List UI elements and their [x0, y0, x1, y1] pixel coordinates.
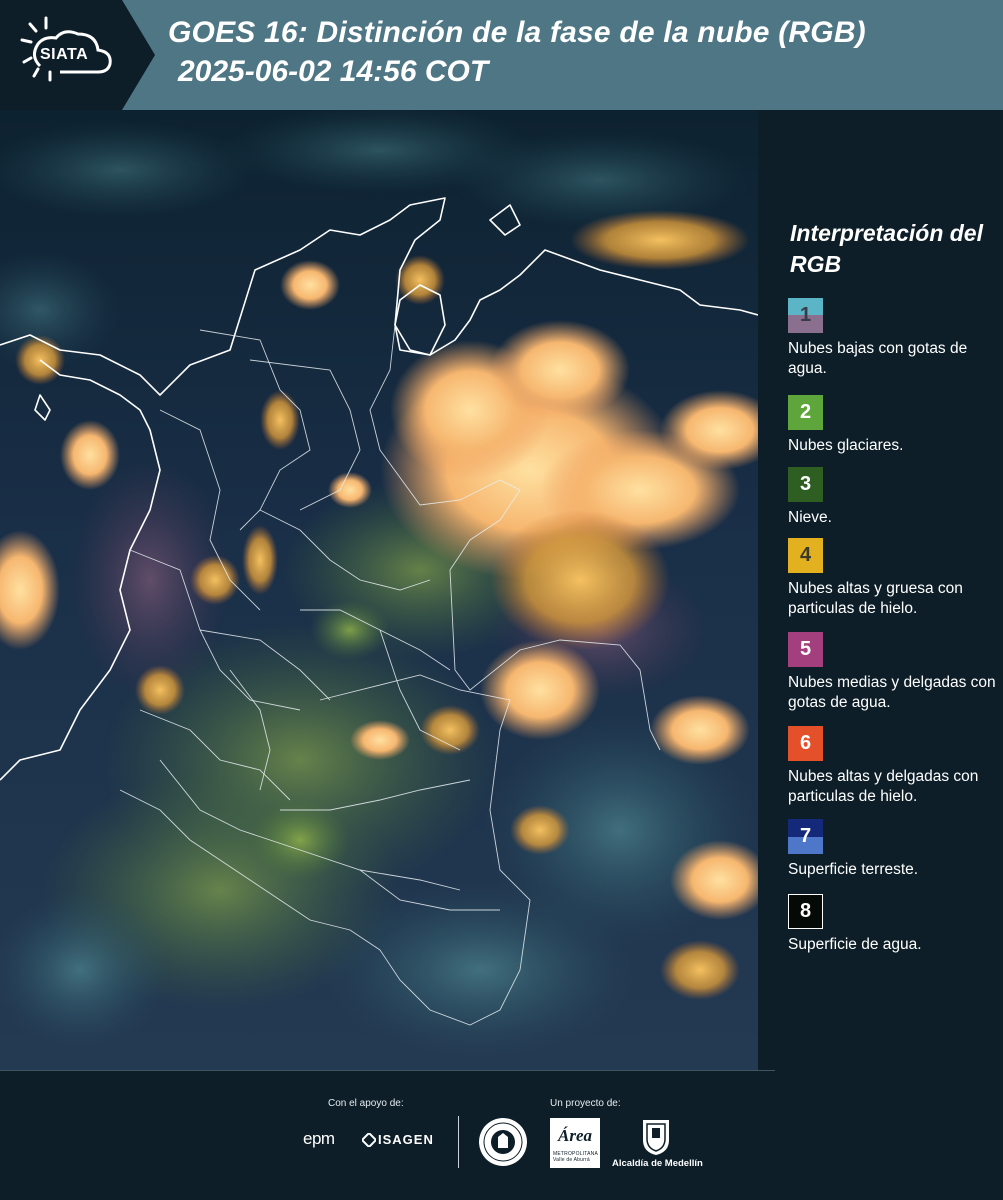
legend-swatch-7: 7	[788, 819, 823, 854]
observation-datetime: 2025-06-02 14:56 COT	[178, 55, 489, 88]
legend-label-2: Nubes glaciares.	[788, 437, 904, 454]
legend-label-4: Nubes altas y gruesa con particulas de h…	[788, 580, 963, 617]
legend-swatch-4: 4	[788, 538, 823, 573]
legend-swatch-1: 1	[788, 298, 823, 333]
legend-swatch-2: 2	[788, 395, 823, 430]
legend-number-4: 4	[799, 544, 812, 566]
footer: Con el apoyo de: Un proyecto de: epm ISA…	[0, 1070, 1003, 1200]
legend-swatch-5: 5	[788, 632, 823, 667]
legend-swatch-3: 3	[788, 467, 823, 502]
legend-number-5: 5	[799, 638, 812, 660]
area-logo-subtitle: METROPOLITANA Valle de Aburrá	[553, 1151, 598, 1163]
footer-divider-line	[0, 1070, 775, 1071]
siata-logo-text: SIATA	[40, 46, 89, 63]
page-title: GOES 16: Distinción de la fase de la nub…	[168, 16, 866, 49]
satellite-image	[0, 110, 758, 1070]
legend-item-1: 1 Nubes bajas con gotas de agua.	[788, 298, 1000, 379]
footer-vertical-divider	[458, 1116, 459, 1168]
legend-item-7: 7 Superficie terreste.	[788, 819, 1000, 880]
siata-logo[interactable]: SIATA	[0, 0, 155, 110]
legend-item-4: 4 Nubes altas y gruesa con particulas de…	[788, 538, 1000, 619]
legend-panel: Interpretación del RGB 1 Nubes bajas con…	[760, 110, 1003, 1070]
legend-label-7: Superficie terreste.	[788, 861, 919, 878]
project-label: Un proyecto de:	[550, 1098, 621, 1109]
isagen-mark-icon	[362, 1133, 376, 1147]
legend-label-5: Nubes medias y delgadas con gotas de agu…	[788, 674, 996, 711]
legend-item-8: 8 Superficie de agua.	[788, 894, 1000, 955]
alcaldia-medellin-label: Alcaldía de Medellín	[612, 1158, 703, 1169]
epm-logo[interactable]: epm	[303, 1129, 335, 1149]
legend-number-1: 1	[799, 304, 812, 326]
support-label: Con el apoyo de:	[328, 1098, 404, 1109]
legend-item-5: 5 Nubes medias y delgadas con gotas de a…	[788, 632, 1000, 713]
legend-number-2: 2	[799, 401, 812, 423]
legend-item-6: 6 Nubes altas y delgadas con particulas …	[788, 726, 1000, 807]
legend-item-2: 2 Nubes glaciares.	[788, 395, 1000, 456]
legend-label-1: Nubes bajas con gotas de agua.	[788, 340, 968, 377]
legend-label-3: Nieve.	[788, 509, 832, 526]
legend-label-8: Superficie de agua.	[788, 936, 922, 953]
legend-title: Interpretación del RGB	[790, 220, 983, 277]
legend-label-6: Nubes altas y delgadas con particulas de…	[788, 768, 979, 805]
satellite-rgb-map[interactable]	[0, 110, 758, 1070]
legend-number-3: 3	[799, 473, 812, 495]
isagen-logo[interactable]: ISAGEN	[378, 1132, 434, 1147]
area-metropolitana-logo[interactable]: Área METROPOLITANA Valle de Aburrá	[550, 1118, 600, 1168]
legend-number-8: 8	[799, 900, 812, 922]
legend-number-7: 7	[799, 825, 812, 847]
medellin-shield-icon[interactable]	[641, 1118, 671, 1156]
legend-swatch-8: 8	[788, 894, 823, 929]
university-seal-icon[interactable]	[478, 1117, 528, 1167]
legend-swatch-6: 6	[788, 726, 823, 761]
legend-number-6: 6	[799, 732, 812, 754]
legend-item-3: 3 Nieve.	[788, 467, 1000, 528]
header-bar: SIATA GOES 16: Distinción de la fase de …	[0, 0, 1003, 110]
area-logo-word: Área	[558, 1126, 592, 1145]
